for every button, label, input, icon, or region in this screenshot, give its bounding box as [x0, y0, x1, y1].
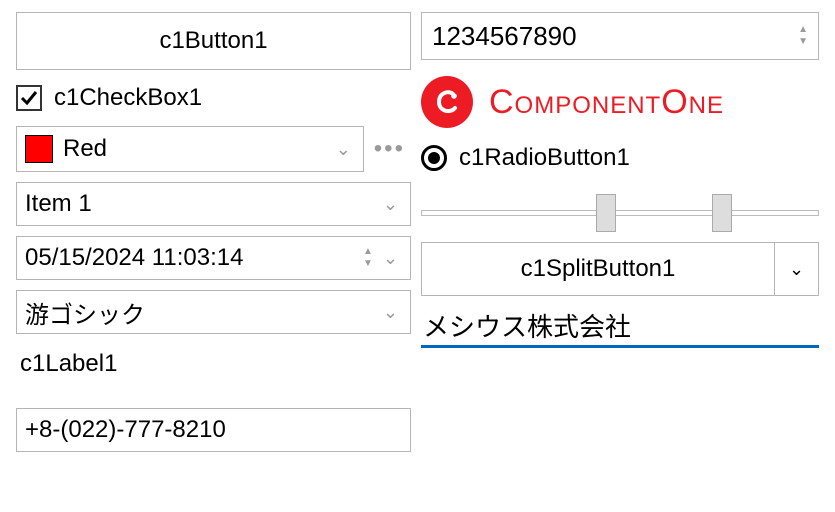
check-icon [20, 89, 38, 107]
datetime-value: 05/15/2024 11:03:14 [25, 244, 363, 272]
checkbox-box[interactable] [16, 85, 42, 111]
brand-glyph-icon [430, 85, 464, 119]
radio-label: c1RadioButton1 [459, 144, 630, 172]
chevron-down-icon[interactable]: ⌄ [379, 248, 402, 269]
dropdown-value: Item 1 [25, 190, 379, 218]
radio-dot-icon [428, 152, 440, 164]
c1-button[interactable]: c1Button1 [16, 12, 411, 70]
slider-track [421, 210, 819, 216]
chevron-down-icon: ⌄ [789, 259, 804, 280]
masked-textbox[interactable]: +8-(022)-777-8210 [16, 408, 411, 452]
chevron-down-icon[interactable]: ⌄ [379, 194, 402, 215]
slider-thumb-2[interactable] [712, 194, 732, 232]
spinner-up-icon[interactable]: ▲ [798, 24, 808, 36]
color-label: Red [63, 135, 332, 163]
c1-radiobutton[interactable]: c1RadioButton1 [421, 144, 819, 172]
checkbox-label: c1CheckBox1 [54, 84, 202, 112]
slider-thumb-1[interactable] [596, 194, 616, 232]
chevron-down-icon[interactable]: ⌄ [379, 302, 402, 323]
split-button-label: c1SplitButton1 [521, 255, 676, 283]
c1-label: c1Label1 [16, 344, 411, 384]
brand-text: ComponentOne [489, 83, 724, 122]
spinner-down-icon[interactable]: ▼ [798, 36, 808, 48]
split-button-dropdown[interactable]: ⌄ [775, 242, 819, 296]
chevron-down-icon[interactable]: ⌄ [332, 139, 355, 160]
spinner[interactable]: ▲ ▼ [363, 246, 373, 270]
brand-logo: ComponentOne [421, 70, 819, 134]
datetime-input[interactable]: 05/15/2024 11:03:14 ▲ ▼ ⌄ [16, 236, 411, 280]
radio-circle[interactable] [421, 145, 447, 171]
split-button-main[interactable]: c1SplitButton1 [421, 242, 775, 296]
split-button[interactable]: c1SplitButton1 ⌄ [421, 242, 819, 296]
color-picker[interactable]: Red ⌄ [16, 126, 364, 172]
font-picker[interactable]: 游ゴシック ⌄ [16, 290, 411, 334]
spinner-down-icon[interactable]: ▼ [363, 258, 373, 270]
spinner[interactable]: ▲ ▼ [798, 24, 808, 48]
spinner-up-icon[interactable]: ▲ [363, 246, 373, 258]
button-label: c1Button1 [159, 27, 267, 55]
textbox[interactable] [421, 306, 819, 348]
masked-value: +8-(022)-777-8210 [25, 416, 402, 444]
range-slider[interactable] [421, 182, 819, 232]
color-swatch [25, 135, 53, 163]
ellipsis-icon[interactable]: ••• [368, 135, 411, 163]
numeric-value: 1234567890 [432, 21, 798, 52]
brand-icon [421, 76, 473, 128]
dropdown[interactable]: Item 1 ⌄ [16, 182, 411, 226]
font-value: 游ゴシック [25, 295, 379, 330]
numeric-box[interactable]: 1234567890 ▲ ▼ [421, 12, 819, 60]
c1-checkbox[interactable]: c1CheckBox1 [16, 80, 411, 116]
